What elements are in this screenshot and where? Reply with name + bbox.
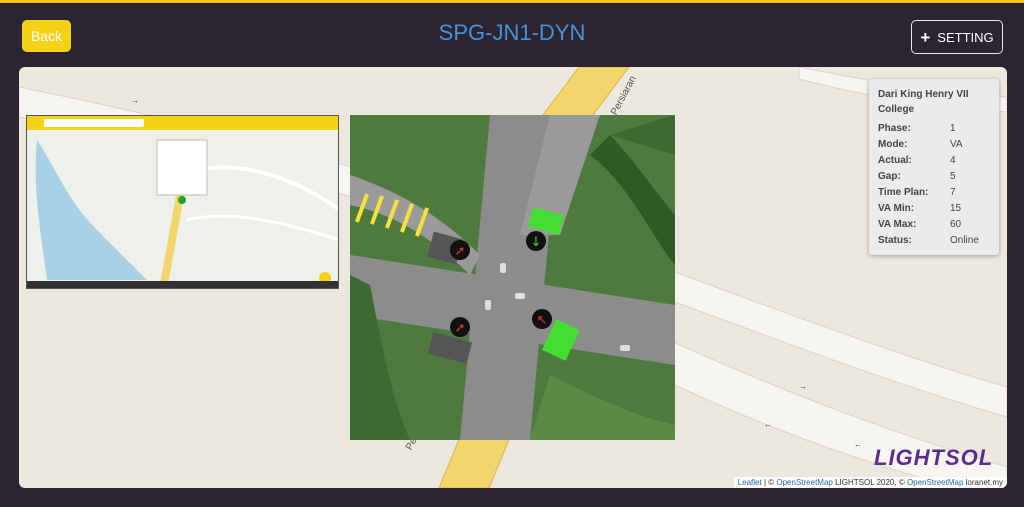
svg-text:→: → (799, 382, 807, 391)
controller-info-panel: Dari King Henry VII College Phase: 1 Mode… (869, 79, 999, 255)
info-row-mode: Mode: VA (878, 136, 990, 152)
setting-label: SETTING (937, 29, 994, 45)
map-view[interactable]: → → → ← ← Persiaran Persiaran (19, 67, 1007, 488)
info-row-va-min: VA Min: 15 (878, 200, 990, 216)
aerial-intersection-image: ➚ ↓ ➚ ↖ (350, 115, 675, 440)
info-label: Actual: (878, 154, 912, 166)
info-row-time-plan: Time Plan: 7 (878, 184, 990, 200)
info-value: 4 (950, 154, 956, 166)
info-value: Online (950, 234, 979, 246)
info-row-gap: Gap: 5 (878, 168, 990, 184)
signal-red-1: ➚ (450, 240, 470, 260)
info-label: Phase: (878, 122, 911, 134)
info-label: VA Max: (878, 218, 917, 230)
svg-text:→: → (131, 96, 139, 105)
info-label: Status: (878, 234, 912, 246)
attribution-text: loranet.my (963, 478, 1003, 487)
svg-text:←: ← (764, 420, 772, 429)
plus-icon: + (920, 27, 931, 47)
info-row-va-max: VA Max: 60 (878, 216, 990, 232)
svg-text:↖: ↖ (537, 313, 548, 328)
svg-text:➚: ➚ (455, 321, 466, 336)
info-value: 1 (950, 122, 956, 134)
thumbnail-toolbar (27, 116, 338, 130)
header: Back SPG-JN1-DYN + SETTING (0, 3, 1024, 65)
signal-red-3: ↖ (532, 309, 552, 329)
setting-button[interactable]: + SETTING (911, 20, 1003, 54)
thumbnail-search (44, 119, 144, 127)
leaflet-link[interactable]: Leaflet (738, 478, 762, 487)
svg-text:←: ← (854, 440, 862, 449)
info-label: Time Plan: (878, 186, 929, 198)
svg-text:➚: ➚ (455, 244, 466, 259)
thumbnail-map (27, 130, 338, 288)
svg-text:↓: ↓ (531, 235, 542, 250)
osm-link[interactable]: OpenStreetMap (776, 478, 832, 487)
attribution-text: LIGHTSOL 2020, © (832, 478, 907, 487)
info-row-actual: Actual: 4 (878, 152, 990, 168)
signal-green: ↓ (526, 231, 546, 251)
signal-red-2: ➚ (450, 317, 470, 337)
info-value: 5 (950, 170, 956, 182)
lightsol-logo: LIGHTSOL (874, 445, 994, 470)
info-value: 15 (950, 202, 962, 214)
info-label: Gap: (878, 170, 901, 182)
info-label: Mode: (878, 138, 908, 150)
info-value: VA (950, 138, 963, 150)
info-label: VA Min: (878, 202, 915, 214)
page-title: SPG-JN1-DYN (438, 20, 586, 45)
map-attribution: Leaflet | © OpenStreetMap LIGHTSOL 2020,… (733, 477, 1007, 488)
thumbnail-footer (27, 281, 338, 288)
location-thumbnail[interactable] (26, 115, 339, 289)
osm-link[interactable]: OpenStreetMap (907, 478, 963, 487)
info-row-phase: Phase: 1 (878, 120, 990, 136)
info-value: 60 (950, 218, 962, 230)
attribution-text: | © (761, 478, 777, 487)
info-value: 7 (950, 186, 956, 198)
info-heading: Dari King Henry VII College (878, 89, 969, 115)
info-row-status: Status: Online (878, 232, 990, 248)
